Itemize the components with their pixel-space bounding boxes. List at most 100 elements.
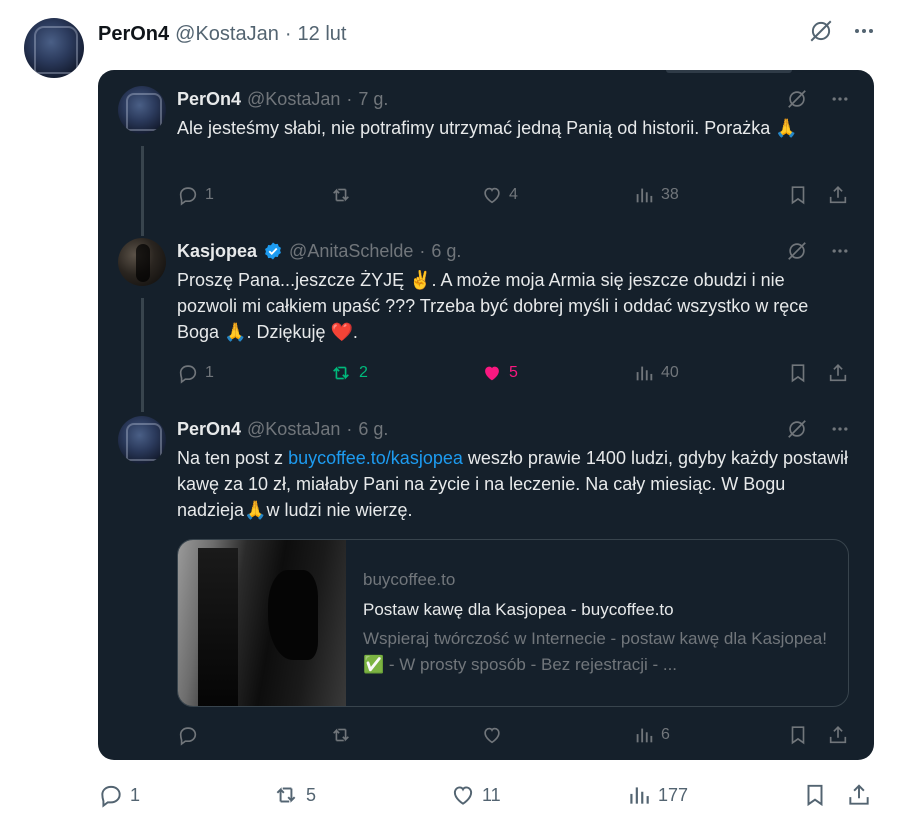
repost-count: 2 <box>359 364 368 381</box>
like-icon <box>484 727 500 744</box>
author-handle[interactable]: @AnitaSchelde <box>289 241 413 262</box>
views-button[interactable]: 40 <box>633 361 679 385</box>
separator: · <box>346 88 353 109</box>
grok-icon[interactable] <box>786 88 808 110</box>
grok-icon[interactable] <box>786 240 808 262</box>
reply-header: Kasjopea @AnitaSchelde · 6 g. <box>177 240 461 262</box>
action-bar: 1 4 38 <box>177 183 849 207</box>
reply-button[interactable]: 1 <box>177 361 214 385</box>
grok-icon[interactable] <box>808 18 834 44</box>
views-button[interactable]: 6 <box>633 723 670 747</box>
reply-time[interactable]: 7 g. <box>358 89 388 110</box>
views-icon <box>636 188 653 203</box>
reply-button[interactable] <box>177 723 205 747</box>
more-icon[interactable] <box>830 241 850 261</box>
reply-top-actions <box>786 240 850 262</box>
more-icon[interactable] <box>830 89 850 109</box>
author-name[interactable]: PerOn4 <box>177 89 241 110</box>
link-preview-card[interactable]: buycoffee.to Postaw kawę dla Kasjopea - … <box>177 539 849 707</box>
like-count: 5 <box>509 364 518 381</box>
avatar[interactable] <box>118 238 166 286</box>
repost-button[interactable] <box>329 183 359 207</box>
bookmark-button[interactable] <box>787 183 809 207</box>
like-icon <box>484 187 500 204</box>
tweet-date[interactable]: 12 lut <box>298 23 347 46</box>
reply-icon <box>179 727 197 746</box>
card-body: buycoffee.to Postaw kawę dla Kasjopea - … <box>363 568 833 678</box>
avatar[interactable] <box>24 18 84 78</box>
share-button[interactable] <box>827 723 849 747</box>
share-button[interactable] <box>827 361 849 385</box>
views-count: 177 <box>658 784 689 805</box>
reply-icon <box>179 365 197 384</box>
repost-button[interactable]: 2 <box>329 361 368 385</box>
like-count: 11 <box>482 784 501 805</box>
separator: · <box>346 418 353 439</box>
bookmark-icon <box>807 784 823 807</box>
action-bar: 6 <box>177 723 849 747</box>
reply-button[interactable]: 1 <box>98 782 140 808</box>
views-button[interactable]: 177 <box>626 782 688 808</box>
repost-icon <box>333 366 349 380</box>
avatar[interactable] <box>118 86 166 134</box>
author-handle[interactable]: @KostaJan <box>247 419 340 440</box>
card-title: Postaw kawę dla Kasjopea - buycoffee.to <box>363 600 674 619</box>
reply-header: PerOn4 @KostaJan · 7 g. <box>177 88 388 110</box>
views-count: 40 <box>661 364 679 381</box>
more-icon[interactable] <box>830 419 850 439</box>
author-handle[interactable]: @KostaJan <box>247 89 340 110</box>
verified-badge-icon <box>263 241 283 261</box>
tweet-top-actions <box>808 18 876 44</box>
like-count: 4 <box>509 186 518 203</box>
reply-count: 1 <box>205 364 214 381</box>
reply-time[interactable]: 6 g. <box>431 241 461 262</box>
author-name[interactable]: PerOn4 <box>177 419 241 440</box>
bookmark-icon <box>791 364 805 383</box>
reply-text: Ale jesteśmy słabi, nie potrafimy utrzym… <box>177 118 798 138</box>
more-icon[interactable] <box>852 19 876 43</box>
repost-button[interactable]: 5 <box>272 782 316 808</box>
avatar[interactable] <box>118 416 166 464</box>
grok-icon[interactable] <box>786 418 808 440</box>
bookmark-button[interactable] <box>787 723 809 747</box>
reply-text: Proszę Pana...jeszcze ŻYJĘ ✌️. A może mo… <box>177 270 809 342</box>
reply-icon <box>101 785 121 808</box>
author-name[interactable]: Kasjopea <box>177 241 257 262</box>
views-icon <box>630 787 649 804</box>
like-button[interactable]: 5 <box>481 361 518 385</box>
reply-icon <box>179 187 197 206</box>
like-button[interactable]: 11 <box>450 782 501 808</box>
reply-button[interactable]: 1 <box>177 183 214 207</box>
post-link[interactable]: buycoffee.to/kasjopea <box>288 448 463 468</box>
like-button[interactable]: 4 <box>481 183 518 207</box>
scroll-indicator <box>666 70 792 73</box>
reply-top-actions <box>786 88 850 110</box>
repost-icon <box>276 787 296 803</box>
repost-icon <box>333 728 349 742</box>
reply-top-actions <box>786 418 850 440</box>
separator: · <box>419 240 426 261</box>
reply-text: Na ten post z buycoffee.to/kasjopea wesz… <box>177 445 849 523</box>
like-button[interactable] <box>481 723 509 747</box>
views-icon <box>636 366 653 381</box>
bookmark-button[interactable] <box>802 782 828 808</box>
separator: · <box>284 22 292 45</box>
views-count: 38 <box>661 186 679 203</box>
reply-text-part: Na ten post z <box>177 448 289 468</box>
author-handle[interactable]: @KostaJan <box>175 23 279 46</box>
author-name[interactable]: PerOn4 <box>98 23 169 46</box>
bookmark-button[interactable] <box>787 361 809 385</box>
bookmark-icon <box>791 726 805 745</box>
share-button[interactable] <box>827 183 849 207</box>
share-icon <box>829 186 847 204</box>
reply-time[interactable]: 6 g. <box>358 419 388 440</box>
action-bar: 1 2 5 40 <box>177 361 849 385</box>
views-button[interactable]: 38 <box>633 183 679 207</box>
share-button[interactable] <box>846 782 872 808</box>
repost-button[interactable] <box>329 723 359 747</box>
share-icon <box>849 784 869 805</box>
thread-line <box>141 146 144 236</box>
share-icon <box>829 364 847 382</box>
like-icon <box>485 366 499 381</box>
repost-count: 5 <box>306 784 317 805</box>
